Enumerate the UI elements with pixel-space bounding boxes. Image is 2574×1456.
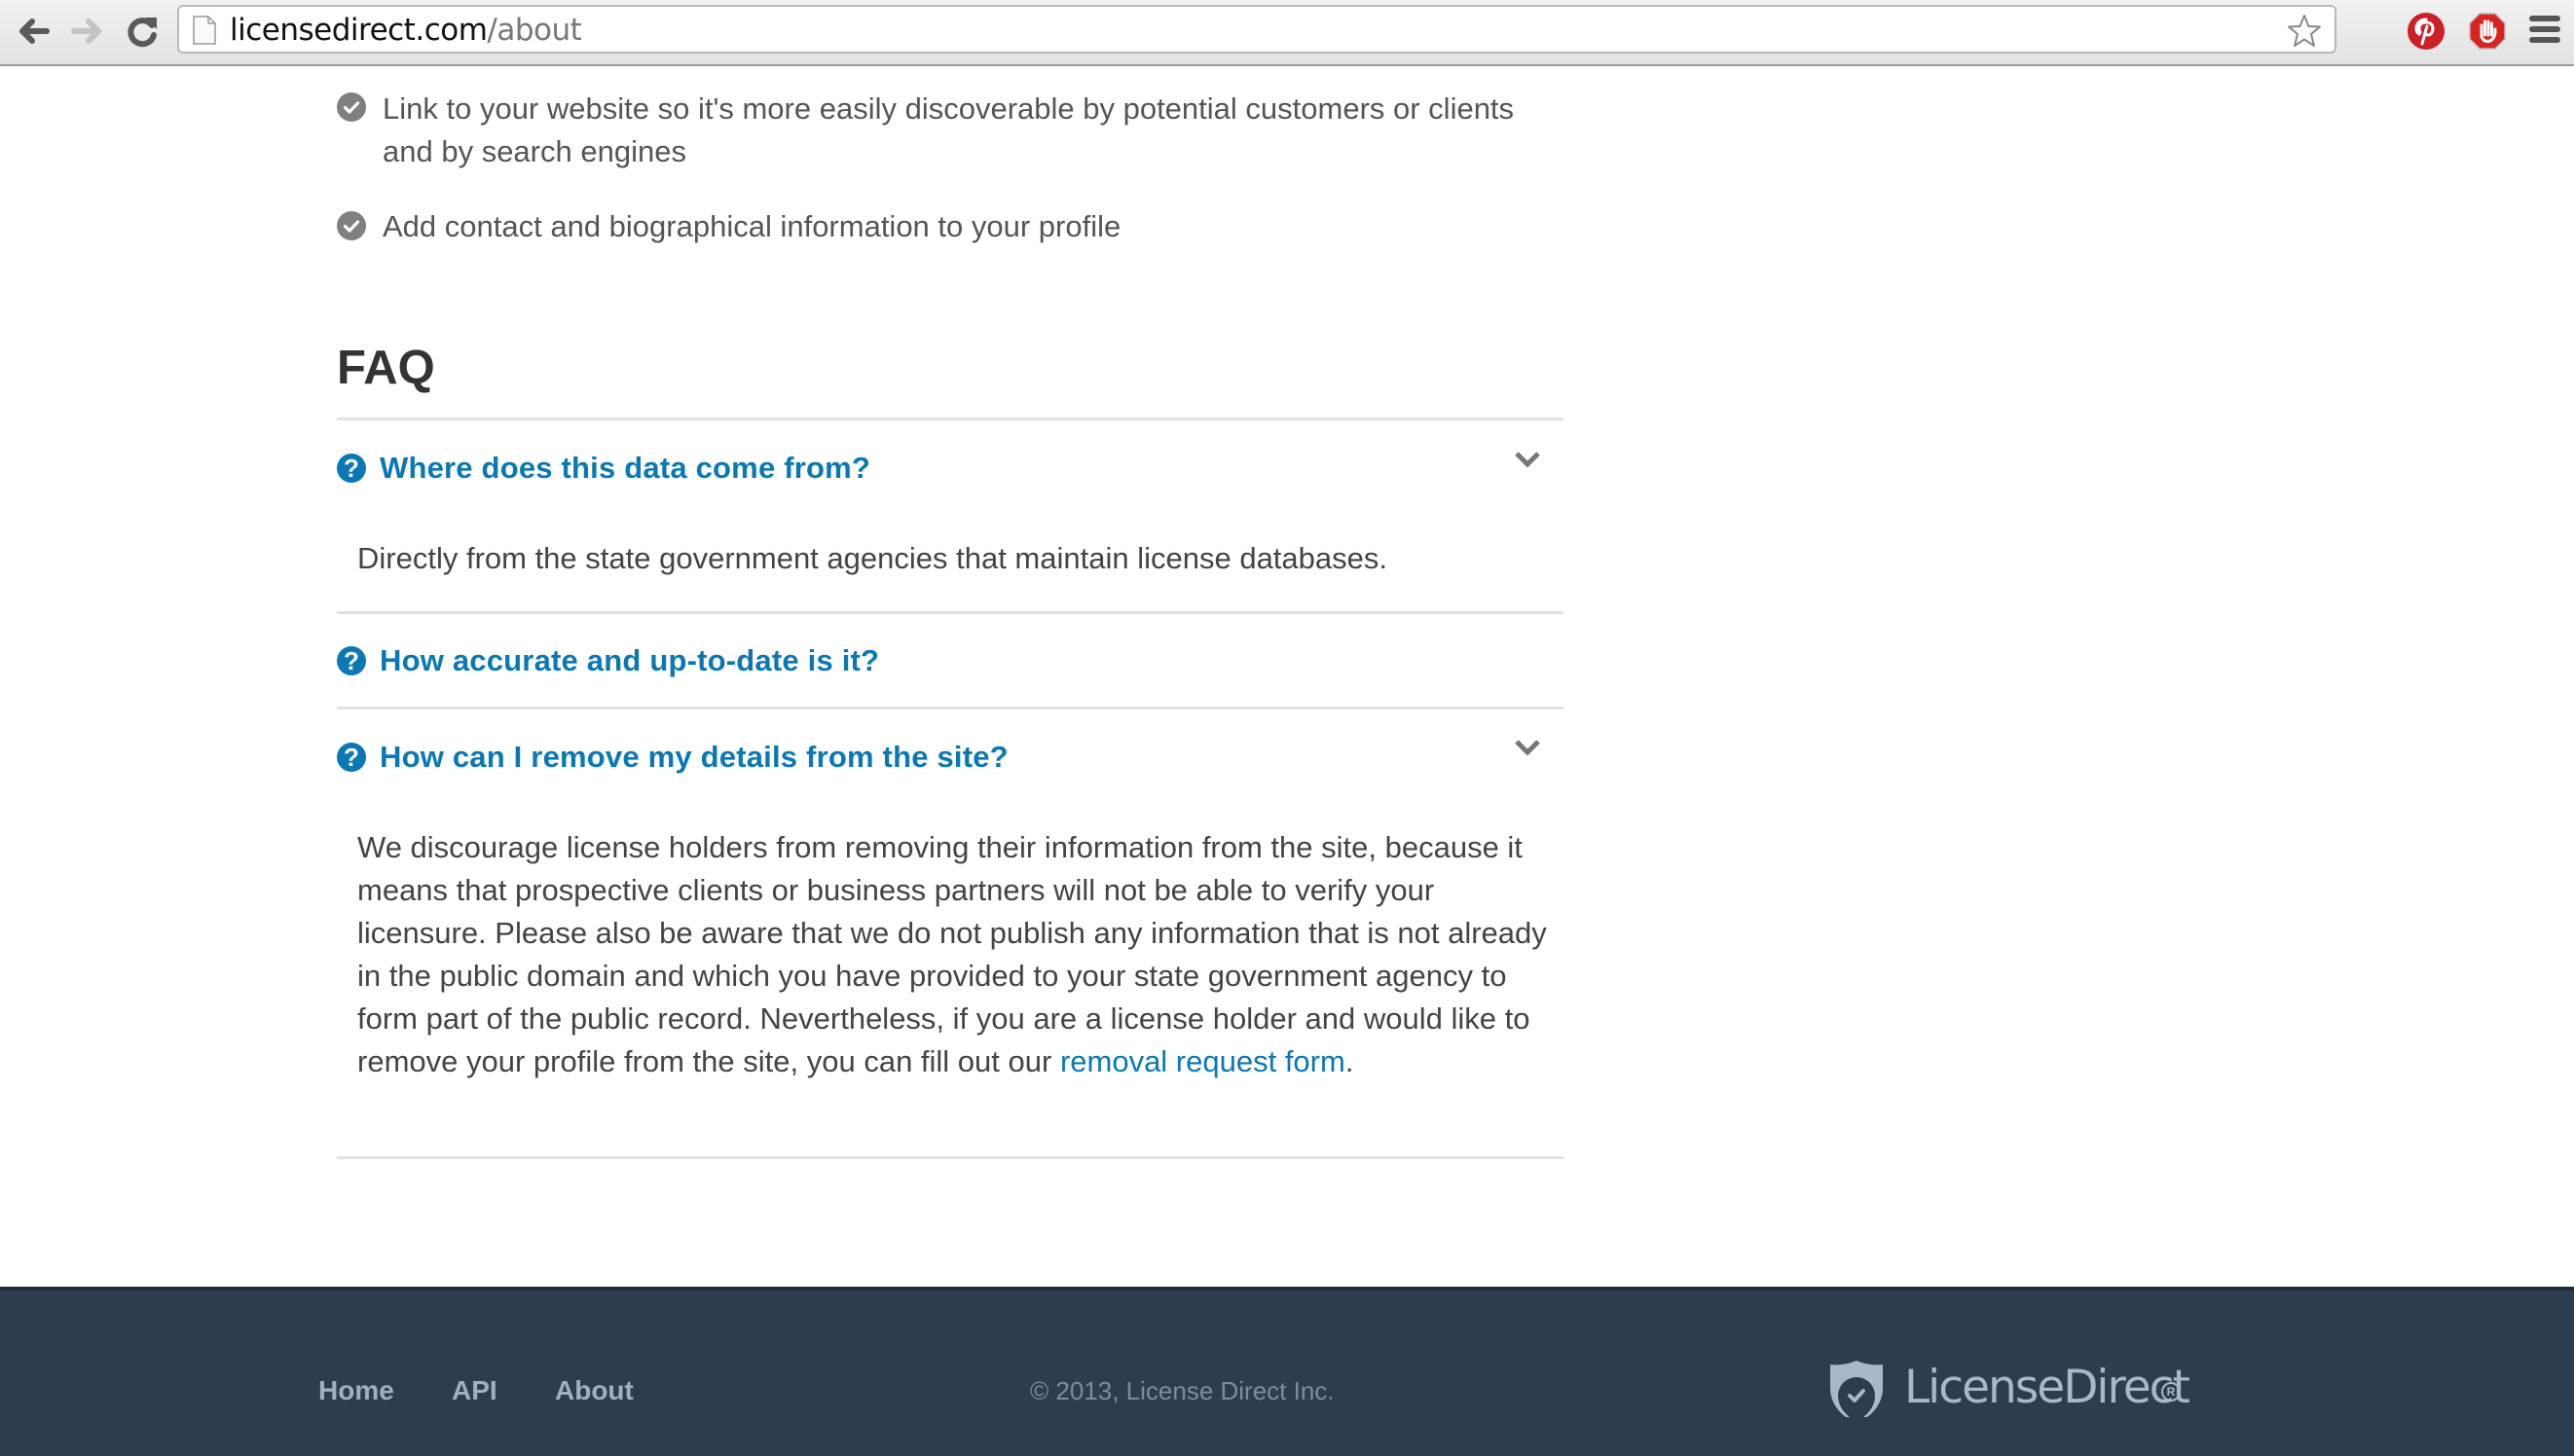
footer-link-about[interactable]: About xyxy=(555,1374,634,1407)
browser-toolbar: licensedirect.com/about xyxy=(0,0,2574,66)
faq-question-text: How accurate and up-to-date is it? xyxy=(380,643,880,677)
faq-question-text: Where does this data come from? xyxy=(380,451,871,485)
chevron-down-icon[interactable] xyxy=(1513,738,1542,759)
menu-icon[interactable] xyxy=(2529,16,2560,47)
forward-arrow-icon xyxy=(71,18,101,44)
footer-link-api[interactable]: API xyxy=(452,1374,497,1407)
url-text[interactable]: licensedirect.com/about xyxy=(230,13,582,48)
shield-check-icon xyxy=(1828,1359,1885,1419)
footer-link-home[interactable]: Home xyxy=(318,1374,394,1407)
forward-button[interactable] xyxy=(68,12,107,51)
adblock-icon[interactable] xyxy=(2468,12,2507,51)
faq-answer-text: We discourage license holders from remov… xyxy=(357,830,1547,1078)
question-circle-icon: ? xyxy=(337,743,366,772)
check-circle-icon xyxy=(337,92,366,122)
bookmark-star-icon[interactable] xyxy=(2286,13,2323,50)
page-icon xyxy=(193,16,216,45)
faq-question-1[interactable]: ? Where does this data come from? xyxy=(337,444,1563,492)
copyright: © 2013, License Direct Inc. xyxy=(1030,1376,1335,1405)
faq-question-2[interactable]: ? How accurate and up-to-date is it? xyxy=(337,637,1563,685)
faq-question-text: How can I remove my details from the sit… xyxy=(380,740,1009,774)
divider xyxy=(337,707,1563,710)
question-circle-icon: ? xyxy=(337,454,366,483)
logo-text: LicenseDirect xyxy=(1904,1361,2190,1414)
url-path: /about xyxy=(487,13,582,48)
feature-text: Link to your website so it's more easily… xyxy=(383,91,1515,168)
menu-bar xyxy=(2529,16,2560,21)
divider xyxy=(337,1156,1563,1159)
faq-question-3[interactable]: ? How can I remove my details from the s… xyxy=(337,733,1563,782)
feature-text: Add contact and biographical information… xyxy=(383,209,1122,243)
question-circle-icon: ? xyxy=(337,646,366,675)
back-arrow-icon xyxy=(19,18,50,44)
pinterest-icon[interactable] xyxy=(2407,12,2445,51)
divider xyxy=(337,418,1563,420)
faq-answer-end: . xyxy=(1344,1044,1354,1078)
menu-bar xyxy=(2529,37,2560,43)
chevron-down-icon[interactable] xyxy=(1513,450,1542,471)
check-circle-icon xyxy=(337,211,366,240)
url-host: licensedirect.com xyxy=(230,13,488,48)
back-button[interactable] xyxy=(14,12,53,51)
faq-answer-1: Directly from the state government agenc… xyxy=(357,541,1387,575)
footer: Home API About © 2013, License Direct In… xyxy=(0,1287,2574,1456)
faq-heading: FAQ xyxy=(337,342,435,394)
menu-bar xyxy=(2529,26,2560,32)
registered-mark: R xyxy=(2161,1382,2181,1401)
address-bar[interactable]: licensedirect.com/about xyxy=(177,5,2336,54)
reload-icon xyxy=(128,18,157,48)
reload-button[interactable] xyxy=(123,12,162,51)
removal-request-form-link[interactable]: removal request form xyxy=(1060,1044,1345,1078)
faq-answer-3: We discourage license holders from remov… xyxy=(357,826,1555,1083)
license-direct-logo[interactable]: LicenseDirect R xyxy=(1828,1357,2198,1419)
divider xyxy=(337,611,1563,614)
